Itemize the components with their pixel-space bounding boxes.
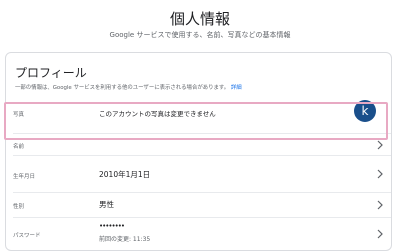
gender-row[interactable]: 性別 男性	[6, 193, 391, 217]
chevron-right-icon	[377, 200, 383, 210]
gender-value: 男性	[99, 200, 114, 209]
chevron-right-icon	[377, 169, 383, 179]
page-title: 個人情報	[169, 10, 230, 28]
password-label: パスワード	[13, 233, 41, 239]
page-subtitle: Google サービスで使用する、名前、写真などの基本情報	[109, 31, 291, 39]
birthday-value: 2010年1月1日	[99, 170, 151, 179]
details-link[interactable]: 詳細	[231, 85, 242, 91]
gender-label: 性別	[13, 204, 25, 210]
profile-card-description: 一部の情報は、Google サービスを利用する他のユーザーに表示される場合があり…	[15, 83, 242, 91]
birthday-row[interactable]: 生年月日 2010年1月1日	[6, 156, 391, 192]
chevron-right-icon	[377, 140, 383, 150]
name-label: 名前	[13, 144, 25, 150]
password-row[interactable]: パスワード •••••••• 前回の変更: 11:35	[6, 218, 391, 250]
profile-card-title: プロフィール	[15, 66, 87, 80]
photo-label: 写真	[13, 112, 25, 118]
password-value: ••••••••	[99, 222, 125, 230]
birthday-label: 生年月日	[13, 174, 36, 180]
photo-row[interactable]: 写真 このアカウントの写真は変更できません	[6, 93, 391, 133]
profile-description-text: 一部の情報は、Google サービスを利用する他のユーザーに表示される場合があり…	[15, 85, 230, 91]
chevron-right-icon	[377, 229, 383, 239]
password-last-changed: 前回の変更: 11:35	[99, 236, 151, 243]
name-row[interactable]: 名前	[6, 134, 391, 155]
photo-value: このアカウントの写真は変更できません	[99, 110, 216, 118]
profile-card: プロフィール 一部の情報は、Google サービスを利用する他のユーザーに表示さ…	[5, 52, 392, 251]
avatar[interactable]: k	[354, 100, 376, 122]
